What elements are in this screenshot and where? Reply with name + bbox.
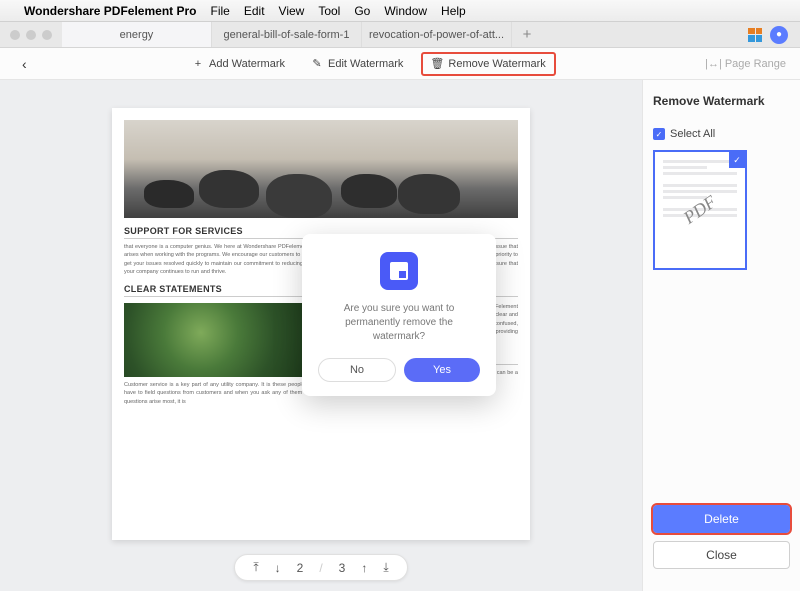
close-window-icon[interactable] (10, 30, 20, 40)
select-all-label: Select All (670, 128, 715, 140)
app-name[interactable]: Wondershare PDFelement Pro (24, 4, 197, 18)
select-all-row[interactable]: ✓ Select All (653, 128, 790, 140)
user-avatar[interactable]: ● (770, 26, 788, 44)
watermark-preview[interactable]: ✓ PDF (653, 150, 747, 270)
menubar: Wondershare PDFelement Pro File Edit Vie… (0, 0, 800, 22)
page-range-label: Page Range (725, 58, 786, 70)
grid-view-icon[interactable] (748, 28, 762, 42)
sidebar-title: Remove Watermark (653, 94, 790, 108)
edit-watermark-button[interactable]: ✎ Edit Watermark (303, 52, 411, 76)
minimize-window-icon[interactable] (26, 30, 36, 40)
section-body-clear-left: Customer service is a key part of any ut… (124, 381, 316, 406)
menu-go[interactable]: Go (354, 4, 370, 18)
pencil-icon: ✎ (311, 58, 323, 70)
remove-watermark-button[interactable]: 🗑 Remove Watermark (421, 52, 555, 76)
tab-revocation[interactable]: revocation-of-power-of-att... (362, 22, 512, 47)
menu-view[interactable]: View (279, 4, 305, 18)
app-logo-icon (380, 252, 418, 290)
next-page-icon[interactable]: ↑ (361, 561, 367, 575)
maximize-window-icon[interactable] (42, 30, 52, 40)
page-separator: / (319, 561, 322, 575)
plus-icon: + (192, 58, 204, 70)
menu-tool[interactable]: Tool (318, 4, 340, 18)
menu-file[interactable]: File (211, 4, 230, 18)
page-range-icon: |↔| (705, 58, 722, 70)
last-page-icon[interactable]: ⤓ (383, 560, 388, 575)
yes-button[interactable]: Yes (404, 358, 480, 382)
prev-page-icon[interactable]: ↓ (275, 561, 281, 575)
check-icon: ✓ (729, 152, 745, 168)
back-button[interactable]: ‹ (14, 56, 35, 72)
total-pages: 3 (339, 561, 346, 575)
menu-window[interactable]: Window (384, 4, 427, 18)
page-range-button[interactable]: |↔| Page Range (705, 58, 786, 70)
tab-bill-of-sale[interactable]: general-bill-of-sale-form-1 (212, 22, 362, 47)
add-tab-button[interactable]: + (512, 22, 542, 47)
close-button[interactable]: Close (653, 541, 790, 569)
page-hero-image (124, 120, 518, 218)
trash-icon: 🗑 (431, 58, 443, 70)
edit-watermark-label: Edit Watermark (328, 58, 403, 70)
menu-help[interactable]: Help (441, 4, 466, 18)
tab-energy[interactable]: energy (62, 22, 212, 47)
tabs: energy general-bill-of-sale-form-1 revoc… (62, 22, 800, 47)
toolbar: ‹ + Add Watermark ✎ Edit Watermark 🗑 Rem… (0, 48, 800, 80)
page-navigator: ⤒ ↓ 2 / 3 ↑ ⤓ (234, 554, 407, 581)
dialog-message: Are you sure you want to permanently rem… (318, 302, 480, 344)
add-watermark-button[interactable]: + Add Watermark (184, 52, 293, 76)
delete-button[interactable]: Delete (653, 505, 790, 533)
checkbox-icon[interactable]: ✓ (653, 128, 665, 140)
current-page[interactable]: 2 (297, 561, 304, 575)
remove-watermark-label: Remove Watermark (448, 58, 545, 70)
column-image-left (124, 303, 316, 377)
sidebar: Remove Watermark ✓ Select All ✓ PDF Dele… (642, 80, 800, 591)
tabbar: energy general-bill-of-sale-form-1 revoc… (0, 22, 800, 48)
confirm-dialog: Are you sure you want to permanently rem… (302, 234, 496, 396)
first-page-icon[interactable]: ⤒ (253, 560, 258, 575)
menu-edit[interactable]: Edit (244, 4, 265, 18)
no-button[interactable]: No (318, 358, 396, 382)
add-watermark-label: Add Watermark (209, 58, 285, 70)
window-controls (0, 30, 62, 40)
